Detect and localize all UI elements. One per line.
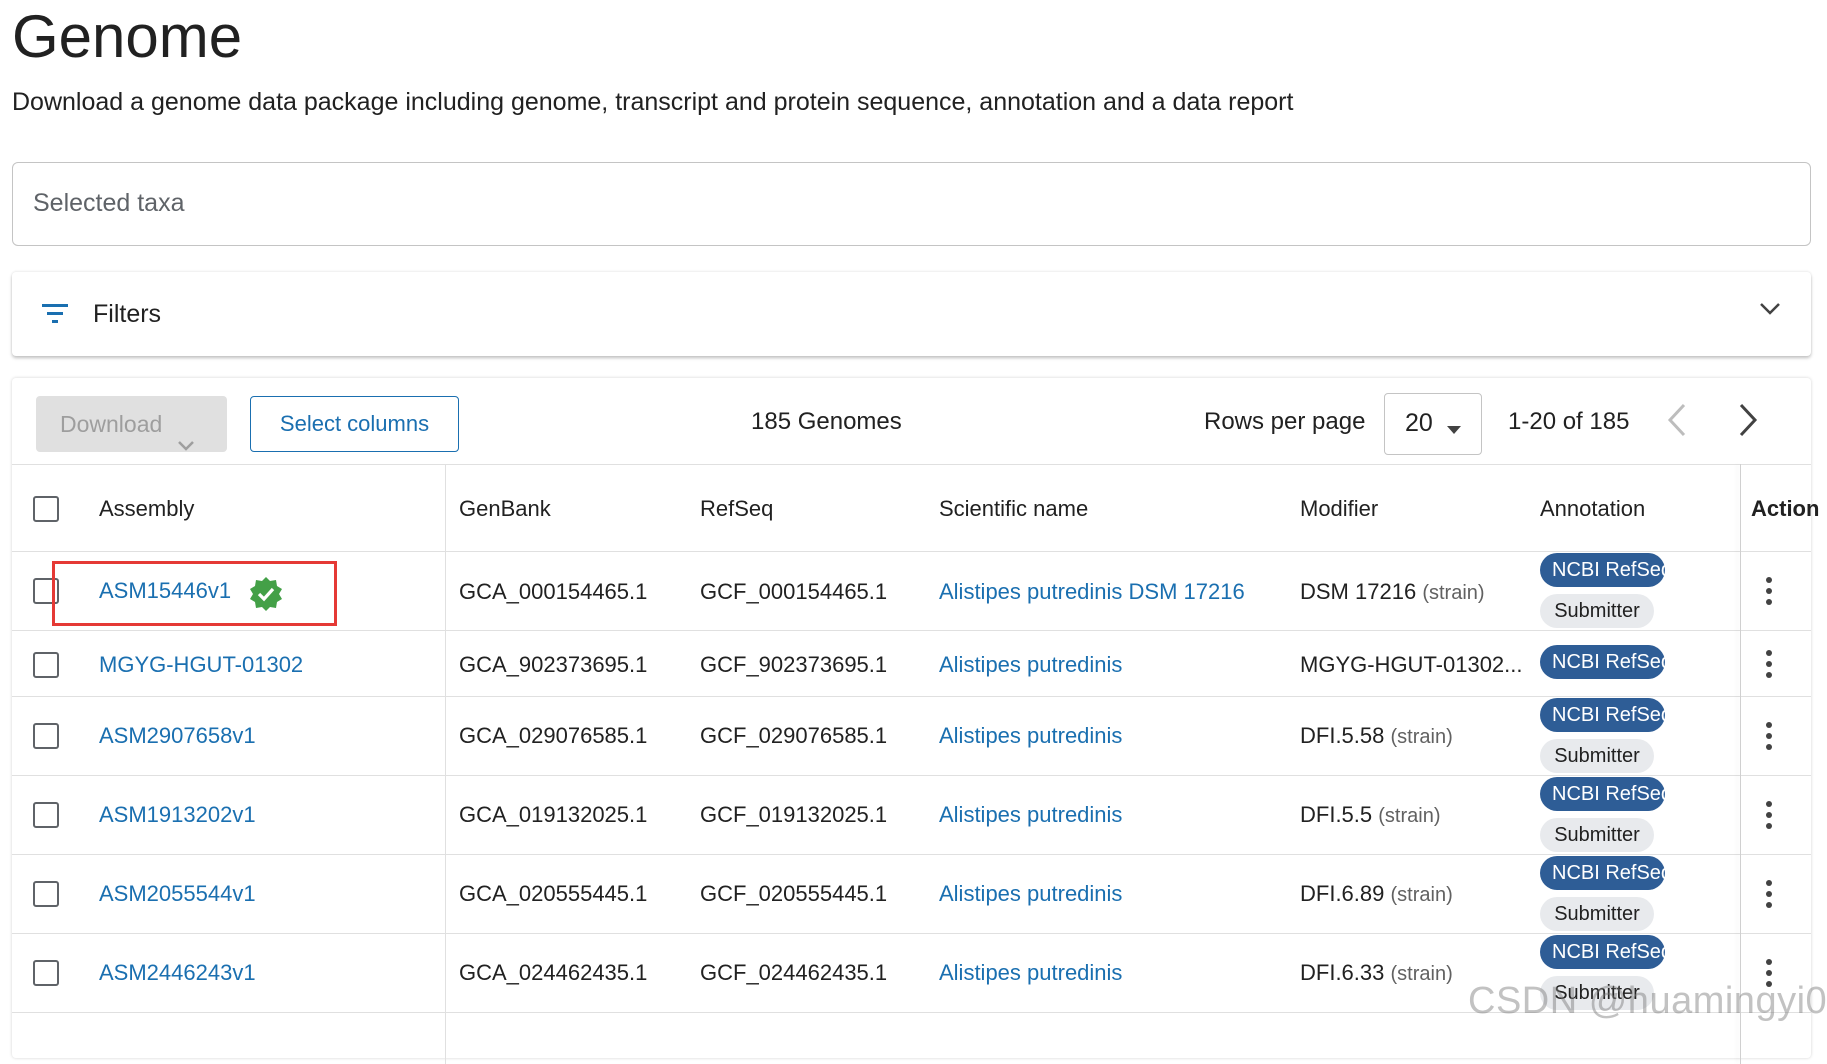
row-checkbox[interactable] [33,802,59,828]
scientific-name-link[interactable]: Alistipes putredinis [939,652,1122,678]
more-vert-icon[interactable] [1765,800,1773,835]
more-vert-icon[interactable] [1765,649,1773,684]
genbank-accession: GCA_024462435.1 [459,960,648,985]
column-header-refseq[interactable]: RefSeq [700,496,773,522]
column-header-action: Action [1751,496,1820,521]
refseq-accession: GCF_029076585.1 [700,723,888,748]
modifier-value: DSM 17216 (strain) [1300,579,1485,605]
annotation-highlight-box [52,561,337,626]
modifier-text: MGYG-HGUT-01302... [1300,652,1523,677]
modifier-value: DFI.5.58 (strain) [1300,723,1453,749]
assembly-link[interactable]: ASM2907658v1 [99,723,256,749]
select-all-checkbox[interactable] [33,496,59,522]
annotation-badge-refseq: NCBI RefSeq [1540,935,1672,969]
annotation-badge-refseq: NCBI RefSeq [1540,553,1672,587]
refseq-accession: GCF_024462435.1 [700,960,888,985]
column-header-genbank[interactable]: GenBank [459,496,551,522]
chevron-down-icon[interactable] [1759,302,1781,321]
modifier-text: DFI.5.5 [1300,802,1373,827]
filter-icon [41,302,69,329]
annotation-badge-refseq: NCBI RefSeq [1540,698,1672,732]
modifier-type: (strain) [1390,884,1453,906]
more-vert-icon[interactable] [1765,576,1773,611]
refseq-accession: GCF_902373695.1 [700,652,888,677]
refseq-accession: GCF_019132025.1 [700,802,888,827]
annotation-badge-refseq: NCBI RefSeq [1540,645,1672,679]
scientific-name-link[interactable]: Alistipes putredinis DSM 17216 [939,579,1245,605]
scientific-name-link[interactable]: Alistipes putredinis [939,802,1122,828]
modifier-type: (strain) [1390,963,1453,985]
genbank-accession: GCA_000154465.1 [459,579,648,604]
rows-per-page-select[interactable]: 20 [1384,393,1482,455]
modifier-value: DFI.5.5 (strain) [1300,802,1441,828]
download-button-label: Download [60,411,163,437]
rows-per-page-value: 20 [1405,409,1433,437]
annotation-badge-refseq: NCBI RefSeq [1540,856,1672,890]
rows-per-page-label: Rows per page [1204,408,1366,435]
modifier-text: DFI.5.58 [1300,723,1385,748]
refseq-accession: GCF_000154465.1 [700,579,888,604]
assembly-link[interactable]: ASM1913202v1 [99,802,256,828]
genomes-table-card: Download Select columns 185 Genomes Rows… [12,378,1819,1064]
genbank-accession: GCA_020555445.1 [459,881,648,906]
chevron-right-icon[interactable] [1737,402,1759,443]
scientific-name-link[interactable]: Alistipes putredinis [939,881,1122,907]
watermark: CSDN @huamingyi0629 [1468,980,1827,1022]
column-header-assembly[interactable]: Assembly [99,496,194,522]
more-vert-icon[interactable] [1765,879,1773,914]
column-header-modifier[interactable]: Modifier [1300,496,1378,522]
more-vert-icon[interactable] [1765,721,1773,756]
assembly-link[interactable]: ASM2055544v1 [99,881,256,907]
row-checkbox[interactable] [33,881,59,907]
scientific-name-link[interactable]: Alistipes putredinis [939,960,1122,986]
column-header-scientific-name[interactable]: Scientific name [939,496,1088,522]
modifier-text: DFI.6.89 [1300,881,1385,906]
modifier-text: DSM 17216 [1300,579,1417,604]
table-row[interactable]: ASM2055544v1 GCA_020555445.1 GCF_0205554… [12,854,1811,934]
modifier-text: DFI.6.33 [1300,960,1385,985]
assembly-link[interactable]: MGYG-HGUT-01302 [99,652,303,678]
genbank-accession: GCA_902373695.1 [459,652,648,677]
taxa-search-input[interactable]: Selected taxa [12,162,1811,246]
scientific-name-link[interactable]: Alistipes putredinis [939,723,1122,749]
row-checkbox[interactable] [33,723,59,749]
annotation-badge-submitter: Submitter [1540,897,1654,931]
column-divider [445,464,446,1064]
table-row[interactable]: MGYG-HGUT-01302 GCA_902373695.1 GCF_9023… [12,630,1811,697]
refseq-accession: GCF_020555445.1 [700,881,888,906]
modifier-value: MGYG-HGUT-01302... [1300,652,1523,678]
pagination-range: 1-20 of 185 [1508,408,1630,435]
chevron-left-icon[interactable] [1666,402,1688,443]
assembly-link[interactable]: ASM2446243v1 [99,960,256,986]
genbank-accession: GCA_019132025.1 [459,802,648,827]
column-header-annotation[interactable]: Annotation [1540,496,1645,522]
table-row[interactable]: ASM1913202v1 GCA_019132025.1 GCF_0191320… [12,775,1811,855]
modifier-value: DFI.6.89 (strain) [1300,881,1453,907]
page-subtitle: Download a genome data package including… [12,88,1294,116]
table-row[interactable]: ASM2907658v1 GCA_029076585.1 GCF_0290765… [12,696,1811,776]
filters-panel[interactable]: Filters [12,272,1811,356]
table-toolbar: Download Select columns 185 Genomes Rows… [12,378,1811,464]
sticky-action-divider [1740,464,1741,1064]
filters-label: Filters [93,300,162,328]
row-checkbox[interactable] [33,960,59,986]
download-button[interactable]: Download [36,396,227,452]
genome-count: 185 Genomes [751,408,902,435]
modifier-type: (strain) [1378,805,1441,827]
annotation-badge-refseq: NCBI RefSeq [1540,777,1672,811]
select-columns-button[interactable]: Select columns [250,396,459,452]
caret-down-icon [1447,421,1461,439]
page-title: Genome [12,3,243,70]
row-checkbox[interactable] [33,652,59,678]
modifier-type: (strain) [1422,582,1485,604]
genbank-accession: GCA_029076585.1 [459,723,648,748]
modifier-value: DFI.6.33 (strain) [1300,960,1453,986]
modifier-type: (strain) [1390,726,1453,748]
annotation-badge-submitter: Submitter [1540,739,1654,773]
taxa-input-placeholder: Selected taxa [33,189,185,217]
annotation-badge-submitter: Submitter [1540,594,1654,628]
table-header-row: Assembly GenBank RefSeq Scientific name … [12,464,1819,552]
annotation-badge-submitter: Submitter [1540,818,1654,852]
